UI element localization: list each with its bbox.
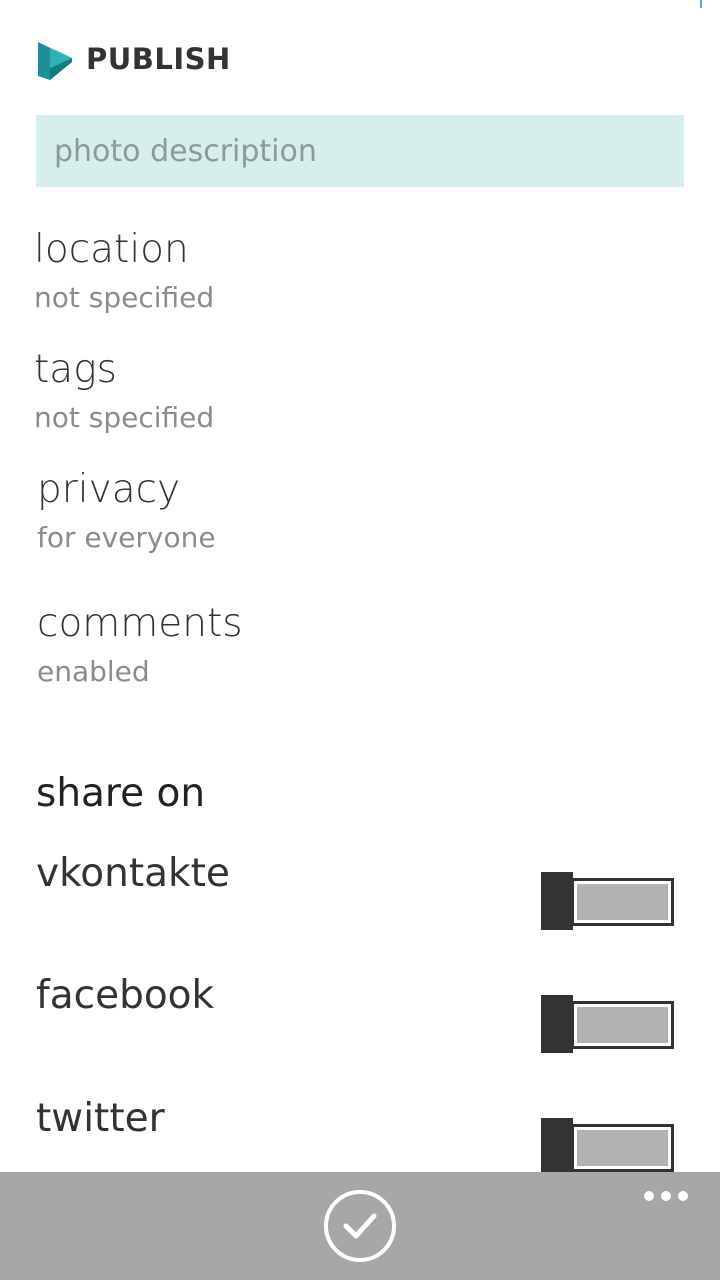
toggle-fill (577, 884, 668, 920)
publish-logo-icon (38, 42, 72, 80)
setting-value: not specified (34, 281, 215, 314)
setting-value: for everyone (37, 521, 216, 554)
vkontakte-toggle[interactable] (541, 872, 676, 930)
ellipsis-icon (678, 1191, 688, 1201)
setting-comments[interactable]: comments enabled (37, 600, 637, 690)
share-label: twitter (36, 1096, 165, 1141)
toggle-track (571, 1124, 674, 1172)
photo-description-input[interactable] (36, 115, 684, 187)
ellipsis-icon (644, 1191, 654, 1201)
page-title: PUBLISH (86, 42, 231, 76)
setting-label: location (34, 227, 189, 272)
setting-value: enabled (37, 655, 150, 688)
toggle-thumb[interactable] (541, 872, 573, 930)
setting-label: comments (37, 601, 243, 646)
setting-tags[interactable]: tags not specified (34, 346, 634, 436)
share-row-facebook: facebook (36, 972, 684, 1053)
check-icon (343, 1213, 377, 1239)
toggle-track (571, 878, 674, 926)
toggle-thumb[interactable] (541, 995, 573, 1053)
toggle-thumb[interactable] (541, 1118, 573, 1172)
share-label: facebook (36, 973, 215, 1018)
setting-location[interactable]: location not specified (34, 226, 634, 316)
share-row-vkontakte: vkontakte (36, 850, 684, 930)
facebook-toggle[interactable] (541, 995, 676, 1053)
confirm-button[interactable] (324, 1190, 396, 1262)
setting-privacy[interactable]: privacy for everyone (37, 466, 637, 556)
toggle-track (571, 1001, 674, 1049)
twitter-toggle[interactable] (541, 1118, 676, 1172)
share-label: vkontakte (36, 851, 230, 896)
ellipsis-icon (661, 1191, 671, 1201)
share-on-heading: share on (36, 771, 206, 816)
more-button[interactable] (644, 1188, 688, 1204)
setting-label: tags (34, 347, 117, 392)
toggle-fill (577, 1007, 668, 1043)
setting-label: privacy (37, 467, 181, 512)
page-header: PUBLISH (36, 38, 231, 80)
publish-page: PUBLISH location not specified tags not … (0, 0, 720, 1172)
app-bar (0, 1172, 720, 1280)
toggle-fill (577, 1130, 668, 1166)
corner-indicator (700, 0, 702, 8)
share-row-twitter: twitter (36, 1095, 684, 1172)
setting-value: not specified (34, 401, 215, 434)
